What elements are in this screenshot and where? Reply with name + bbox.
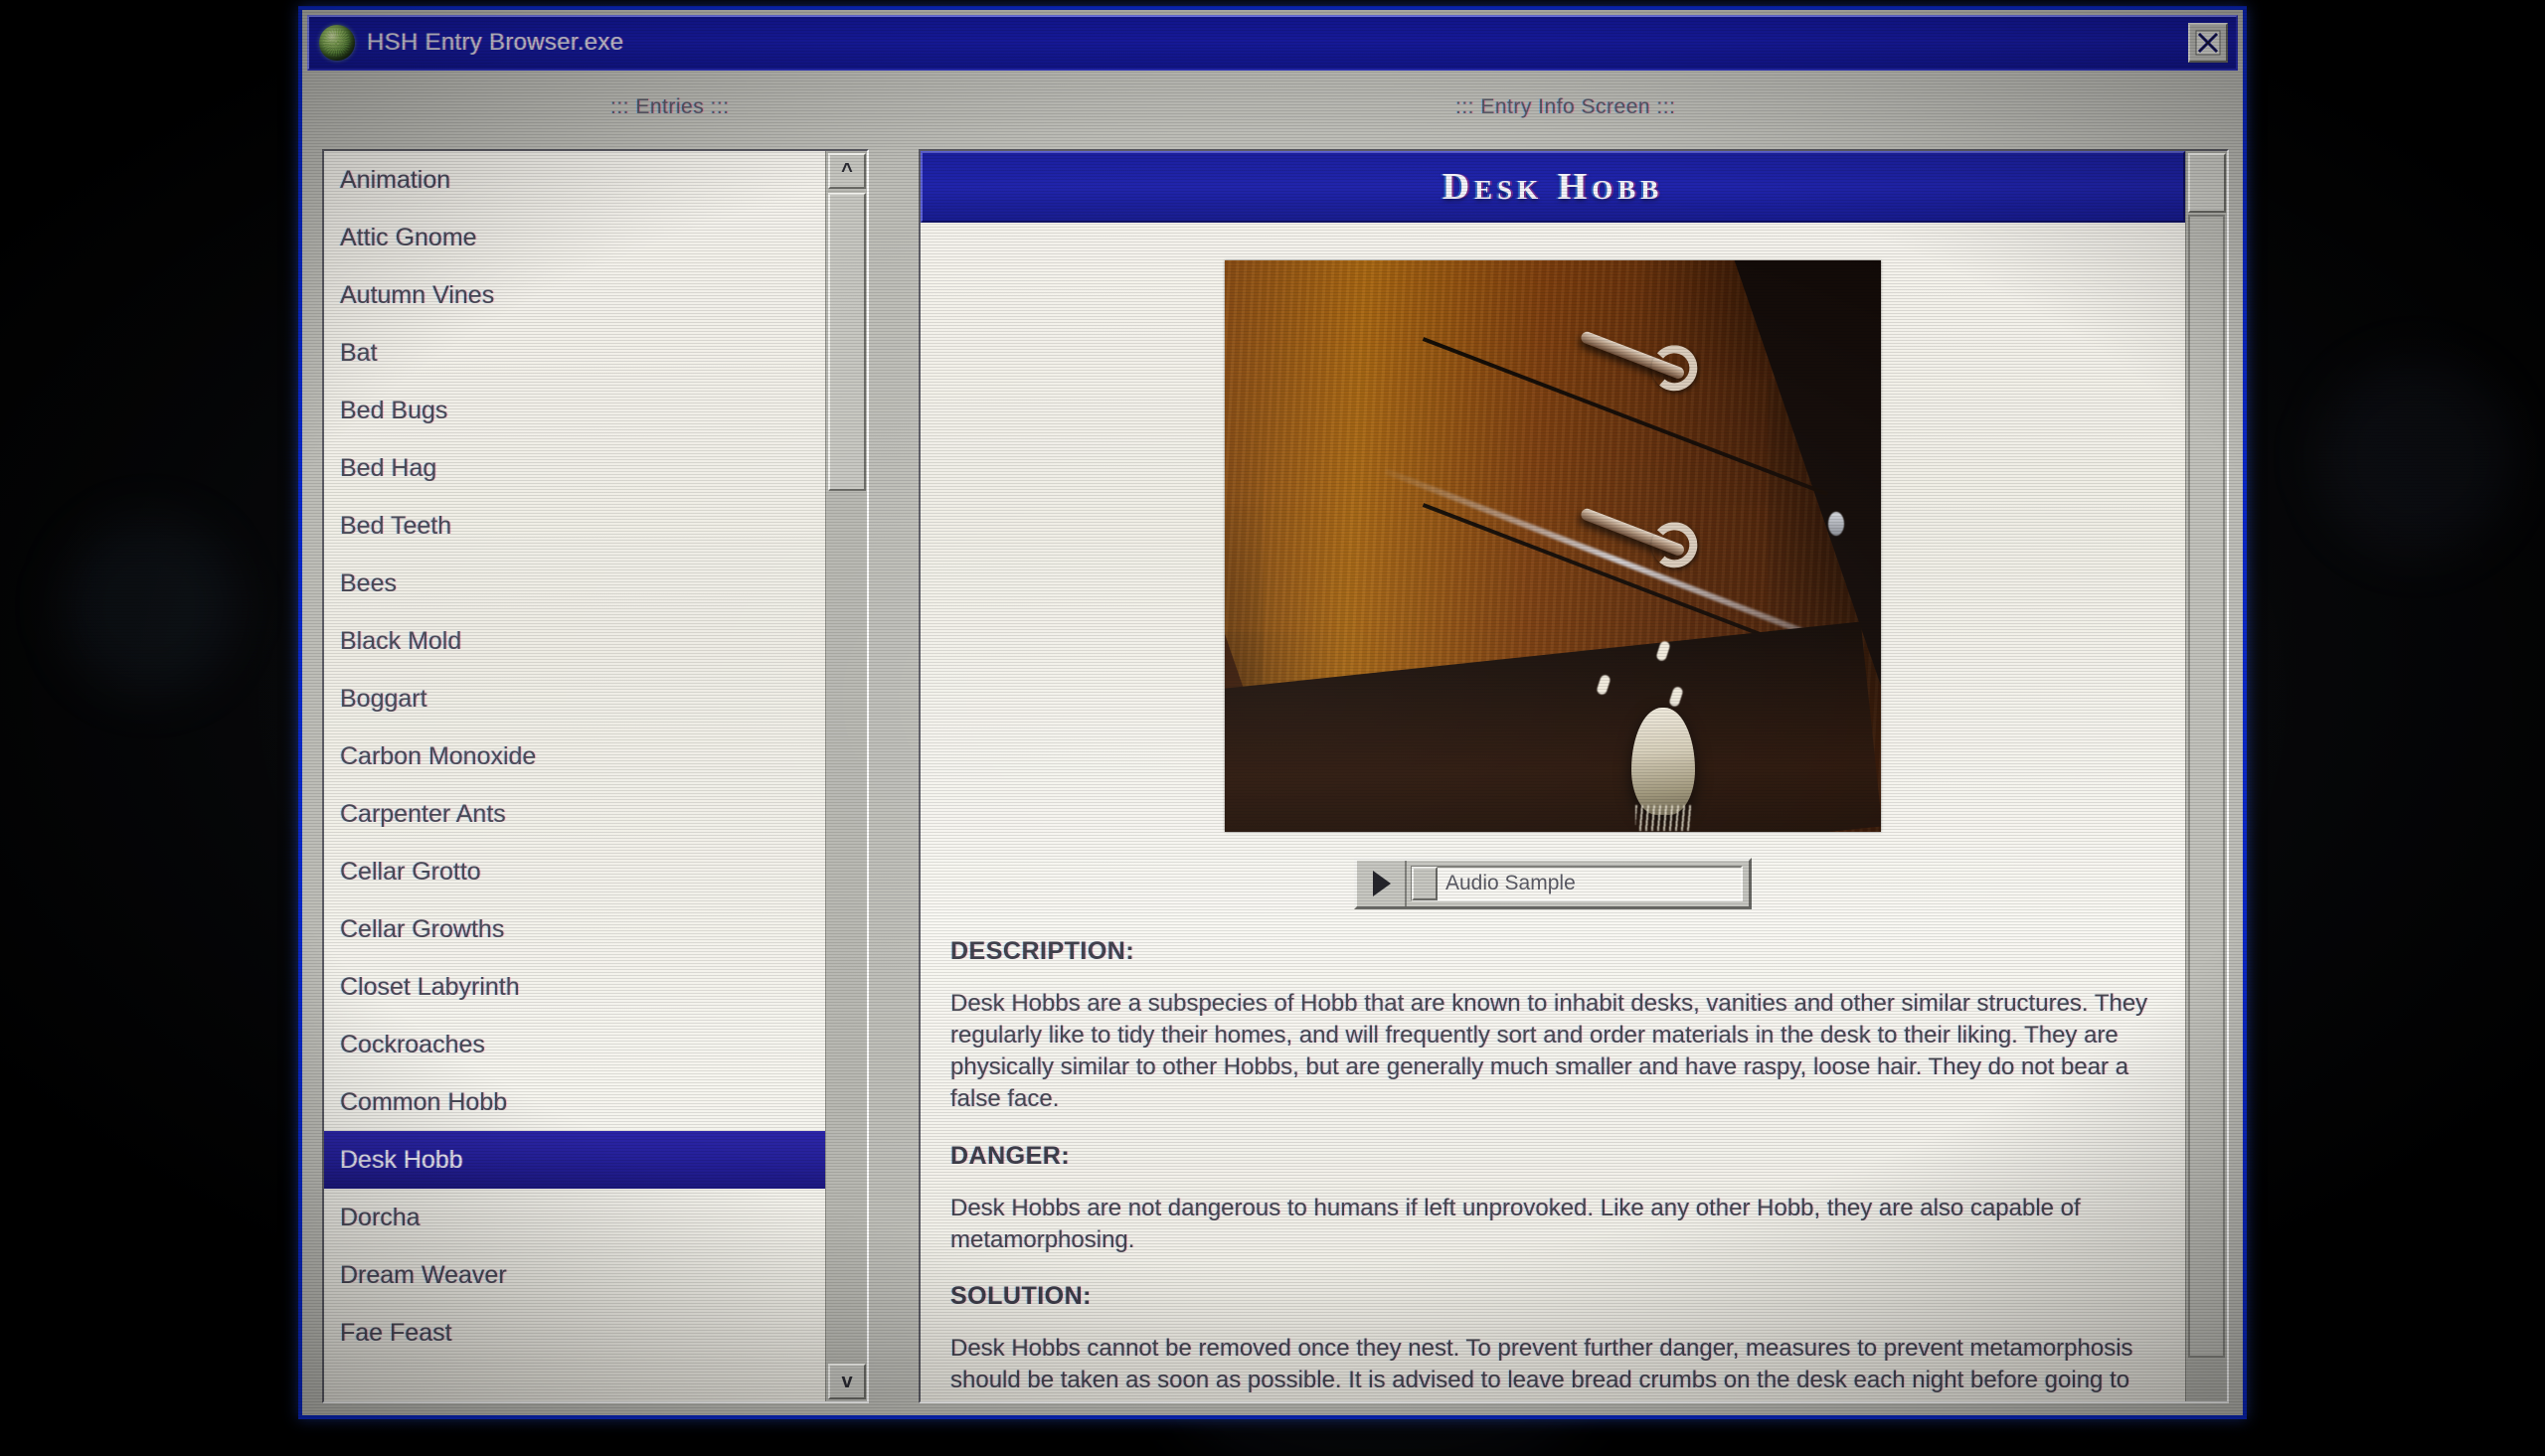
play-icon bbox=[1373, 871, 1391, 896]
audio-scrubber-track[interactable]: Audio Sample bbox=[1411, 866, 1743, 901]
scroll-up-button[interactable]: ^ bbox=[828, 153, 866, 189]
crt-screen: HSH Entry Browser.exe ::: Entries ::: ::… bbox=[0, 0, 2545, 1456]
entry-info-panel: Desk Hobb Audio Sample DESCRIPTION: Desk… bbox=[919, 149, 2229, 1403]
close-button[interactable] bbox=[2188, 23, 2228, 63]
entry-info-heading: ::: Entry Info Screen ::: bbox=[1455, 95, 1676, 118]
entry-list-item[interactable]: Common Hobb bbox=[324, 1073, 825, 1131]
entry-text-body: DESCRIPTION: Desk Hobbs are a subspecies … bbox=[950, 937, 2155, 1401]
entries-panel: Animation Attic Gnome Autumn Vines Bat Bed B… bbox=[322, 149, 869, 1403]
entry-list-item[interactable]: Autumn Vines bbox=[324, 266, 825, 324]
entry-list-item[interactable]: Carpenter Ants bbox=[324, 785, 825, 843]
entry-list-item[interactable]: Dream Weaver bbox=[324, 1246, 825, 1304]
audio-play-button[interactable] bbox=[1357, 861, 1407, 906]
entry-illustration bbox=[1225, 260, 1881, 832]
entry-info-content: Desk Hobb Audio Sample DESCRIPTION: Desk… bbox=[921, 151, 2185, 1401]
lens-glow-right bbox=[2316, 358, 2515, 557]
window-title: HSH Entry Browser.exe bbox=[367, 29, 624, 56]
entry-list-item[interactable]: Bed Bugs bbox=[324, 382, 825, 439]
entries-scrollbar-thumb[interactable] bbox=[828, 193, 866, 491]
entry-info-scrollbar-track[interactable] bbox=[2188, 215, 2225, 1358]
entry-list-item[interactable]: Bat bbox=[324, 324, 825, 382]
entry-list-item[interactable]: Carbon Monoxide bbox=[324, 728, 825, 785]
section-body: Desk Hobbs are not dangerous to humans i… bbox=[950, 1194, 2081, 1253]
entries-heading: ::: Entries ::: bbox=[610, 95, 730, 118]
chevron-up-icon: ^ bbox=[841, 159, 853, 182]
section-heading: DESCRIPTION: bbox=[950, 937, 1135, 965]
section-body: Desk Hobbs are a subspecies of Hobb that… bbox=[950, 990, 2148, 1113]
app-window: HSH Entry Browser.exe ::: Entries ::: ::… bbox=[298, 6, 2247, 1419]
scroll-down-button[interactable]: v bbox=[828, 1364, 866, 1399]
audio-sample-label: Audio Sample bbox=[1445, 872, 1576, 894]
entry-title: Desk Hobb bbox=[1442, 166, 1664, 208]
chevron-down-icon: v bbox=[841, 1370, 853, 1392]
entry-title-bar: Desk Hobb bbox=[921, 151, 2185, 223]
entry-list-item[interactable]: Animation bbox=[324, 151, 825, 209]
entry-list-item[interactable]: Dorcha bbox=[324, 1189, 825, 1246]
entry-list-item[interactable]: Desk Hobb bbox=[324, 1131, 825, 1189]
audio-player: Audio Sample bbox=[1354, 858, 1752, 909]
audio-scrubber-thumb[interactable] bbox=[1412, 867, 1438, 900]
desk-knob bbox=[1828, 512, 1845, 536]
entry-info-scrollbar-thumb[interactable] bbox=[2188, 153, 2226, 213]
entry-illustration-frame bbox=[1225, 260, 1881, 832]
section-heading: SOLUTION: bbox=[950, 1281, 1092, 1310]
entry-list-item[interactable]: Closet Labyrinth bbox=[324, 958, 825, 1016]
entry-list-item[interactable]: Bees bbox=[324, 555, 825, 612]
entries-scrollbar[interactable]: ^ v bbox=[825, 151, 867, 1401]
brain-sphere-icon bbox=[319, 25, 355, 61]
column-headings: ::: Entries ::: ::: Entry Info Screen ::… bbox=[302, 91, 2243, 131]
entry-list-item[interactable]: Black Mold bbox=[324, 612, 825, 670]
section-body: Desk Hobbs cannot be removed once they n… bbox=[950, 1334, 2133, 1401]
lens-glow-left bbox=[60, 517, 239, 696]
entry-list-item[interactable]: Bed Hag bbox=[324, 439, 825, 497]
entry-list-item[interactable]: Cockroaches bbox=[324, 1016, 825, 1073]
entry-list-item[interactable]: Fae Feast bbox=[324, 1304, 825, 1362]
entry-list-item[interactable]: Attic Gnome bbox=[324, 209, 825, 266]
entry-list-item[interactable]: Boggart bbox=[324, 670, 825, 728]
entry-list-item[interactable]: Cellar Grotto bbox=[324, 843, 825, 900]
entries-listbox[interactable]: Animation Attic Gnome Autumn Vines Bat Bed B… bbox=[324, 151, 825, 1401]
entry-list-item[interactable]: Bed Teeth bbox=[324, 497, 825, 555]
entry-list-item[interactable]: Cellar Growths bbox=[324, 900, 825, 958]
section-heading: DANGER: bbox=[950, 1141, 1071, 1170]
entry-info-scrollbar[interactable] bbox=[2185, 151, 2227, 1401]
window-titlebar: HSH Entry Browser.exe bbox=[307, 15, 2238, 71]
close-icon bbox=[2195, 30, 2221, 56]
